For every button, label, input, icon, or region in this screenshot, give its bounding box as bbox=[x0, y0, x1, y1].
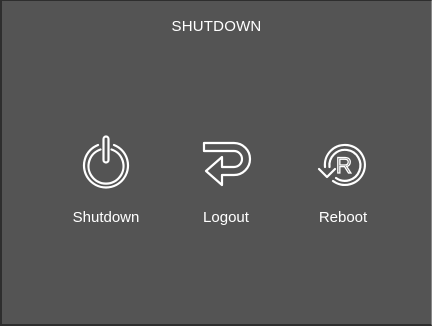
logout-icon bbox=[202, 141, 252, 187]
dialog-title: SHUTDOWN bbox=[171, 18, 262, 35]
reboot-button[interactable]: R Reboot bbox=[293, 133, 393, 233]
logout-button[interactable]: Logout bbox=[176, 133, 276, 233]
power-icon bbox=[82, 135, 130, 189]
shutdown-label: Shutdown bbox=[72, 209, 140, 226]
logout-label: Logout bbox=[203, 209, 249, 226]
reboot-icon-letter: R bbox=[336, 153, 352, 178]
reboot-label: Reboot bbox=[318, 209, 368, 226]
shutdown-dialog: SHUTDOWN Shutdown Logout R Reboot bbox=[0, 0, 432, 326]
shutdown-button[interactable]: Shutdown bbox=[56, 133, 156, 233]
reboot-icon: R bbox=[317, 143, 366, 186]
